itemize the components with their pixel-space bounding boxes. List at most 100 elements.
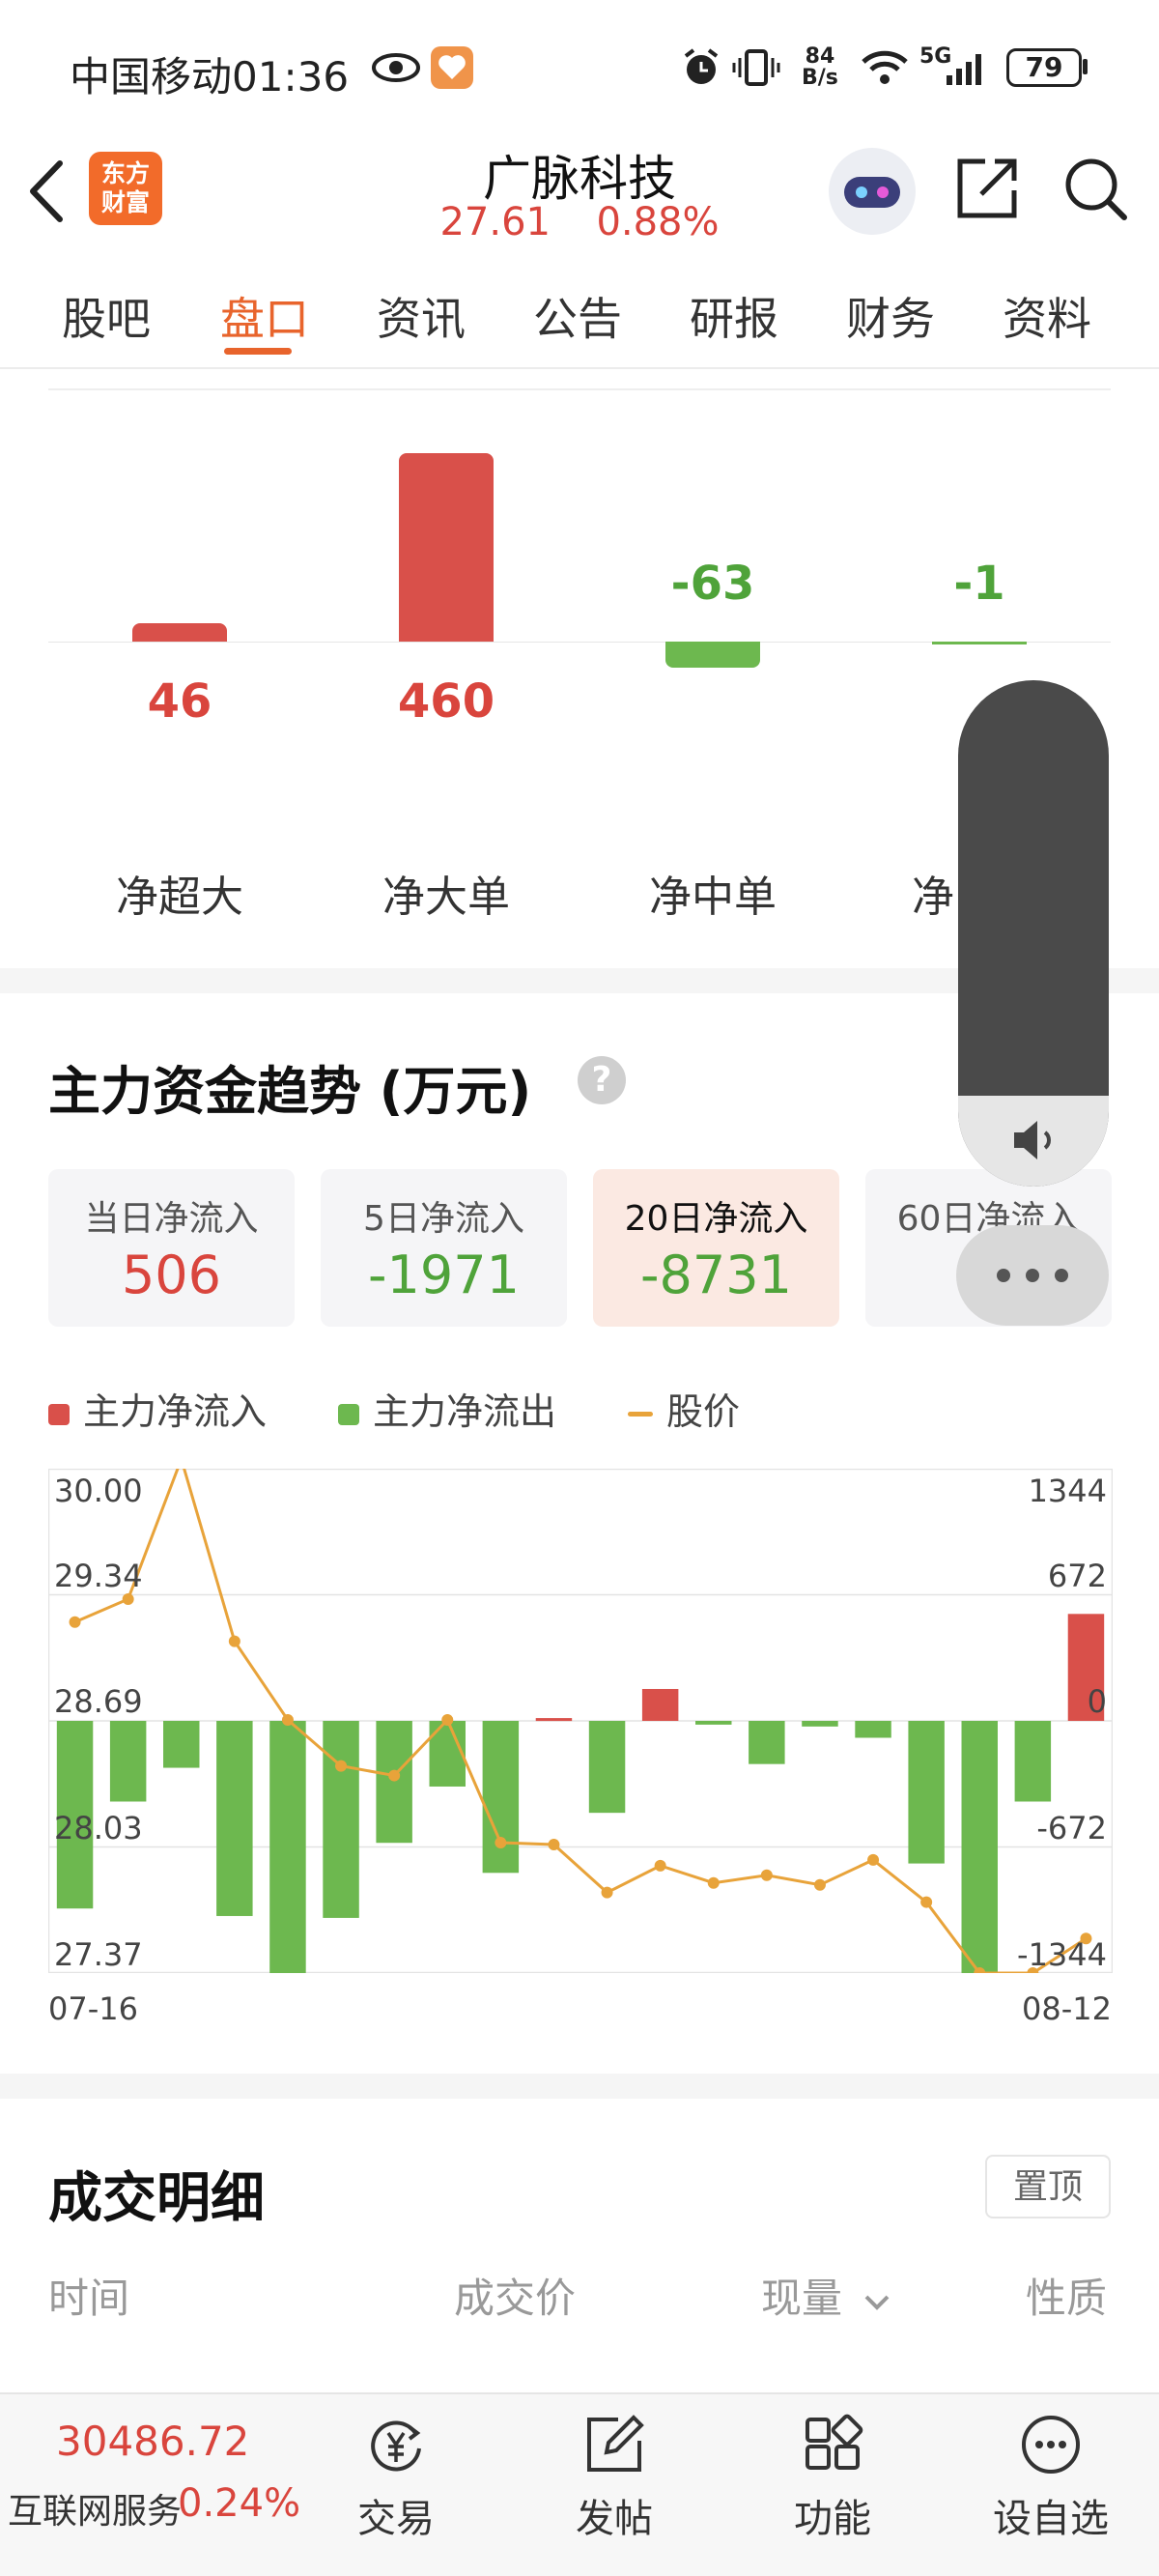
card-today-net-inflow[interactable]: 当日净流入 506 xyxy=(48,1169,295,1327)
wifi-icon xyxy=(862,50,908,84)
status-bar: 中国移动01:36 84 B/s 5G 79 xyxy=(0,0,1159,140)
legend-price: 股价 xyxy=(628,1382,740,1435)
sector-index-pct[interactable]: 0.24% xyxy=(178,2481,300,2526)
tab-research[interactable]: 研报 xyxy=(690,284,778,348)
flow-bar xyxy=(535,1718,573,1722)
right-tick-4: -1344 xyxy=(1017,1936,1107,1973)
help-icon[interactable]: ? xyxy=(578,1056,626,1104)
legend-outflow: 主力净流出 xyxy=(338,1382,556,1435)
tab-announcements[interactable]: 公告 xyxy=(533,284,622,348)
sector-index-name[interactable]: 互联网服务 xyxy=(8,2483,182,2533)
battery-icon: 79 xyxy=(1006,48,1082,87)
price-point xyxy=(813,1878,826,1891)
tab-news[interactable]: 资讯 xyxy=(377,284,466,348)
trade-icon[interactable] xyxy=(365,2414,427,2476)
net-flow-bar-super xyxy=(132,622,227,642)
tab-guba[interactable]: 股吧 xyxy=(62,284,151,348)
card-20d-net-inflow[interactable]: 20日净流入 -8731 xyxy=(593,1169,839,1327)
flow-bar xyxy=(216,1721,253,1916)
price-point xyxy=(388,1769,401,1782)
flow-bar xyxy=(961,1721,998,1973)
net-flow-bar-small xyxy=(932,642,1027,644)
price-point xyxy=(601,1886,613,1899)
nav-post-label[interactable]: 发帖 xyxy=(537,2487,692,2543)
tab-finance[interactable]: 财务 xyxy=(846,284,935,348)
signal-icon xyxy=(947,54,981,85)
net-flow-value-small: -1 xyxy=(953,557,1005,611)
price-point xyxy=(495,1837,507,1849)
net-flow-value-medium: -63 xyxy=(670,557,755,611)
floating-more-button[interactable] xyxy=(956,1225,1109,1326)
left-tick-2: 28.69 xyxy=(54,1683,143,1720)
price-point xyxy=(335,1760,348,1772)
volume-slider[interactable] xyxy=(958,680,1109,1187)
tab-bar: 股吧 盘口 资讯 公告 研报 财务 资料 xyxy=(0,259,1159,369)
price-point xyxy=(228,1635,240,1647)
eye-icon xyxy=(372,53,420,82)
flow-bar xyxy=(802,1721,838,1727)
section-gap xyxy=(0,2074,1159,2099)
stock-header: 东方 财富 广脉科技 27.61 0.88% xyxy=(0,140,1159,256)
flow-bar xyxy=(482,1721,520,1874)
flow-bar xyxy=(588,1721,626,1814)
left-tick-0: 30.00 xyxy=(54,1473,143,1509)
price-point xyxy=(441,1714,454,1727)
tab-profile[interactable]: 资料 xyxy=(1003,284,1091,348)
right-tick-1: 672 xyxy=(1047,1558,1107,1594)
pin-top-button[interactable]: 置顶 xyxy=(985,2155,1111,2218)
column-volume[interactable]: 现量 xyxy=(761,2266,893,2325)
right-tick-3: -672 xyxy=(1036,1810,1107,1846)
chart-bars xyxy=(56,1614,1105,1973)
price-point xyxy=(654,1859,666,1872)
share-icon[interactable] xyxy=(952,154,1022,223)
trend-title: 主力资金趋势 (万元) xyxy=(48,1061,532,1122)
trade-detail-title: 成交明细 xyxy=(48,2167,265,2230)
assistant-robot-icon[interactable] xyxy=(829,148,916,235)
sector-index-value[interactable]: 30486.72 xyxy=(56,2418,249,2465)
price-point xyxy=(760,1869,773,1881)
nav-add-watchlist-label[interactable]: 设自选 xyxy=(974,2487,1128,2543)
left-tick-1: 29.34 xyxy=(54,1558,143,1594)
functions-grid-icon[interactable] xyxy=(802,2414,863,2476)
right-tick-2: 0 xyxy=(1087,1683,1107,1720)
legend-outflow-swatch xyxy=(338,1403,359,1425)
ellipsis-icon xyxy=(997,1269,1068,1282)
bottom-bar: 30486.72 互联网服务 0.24% 交易 发帖 功能 设自选 xyxy=(0,2392,1159,2576)
flow-bar xyxy=(855,1721,891,1738)
tab-pankou[interactable]: 盘口 xyxy=(220,284,309,348)
card-5d-net-inflow[interactable]: 5日净流入 -1971 xyxy=(321,1169,567,1327)
price-point xyxy=(867,1853,880,1866)
nav-trade-label[interactable]: 交易 xyxy=(319,2487,473,2543)
section-divider-line xyxy=(48,388,1111,390)
alarm-icon xyxy=(684,48,719,84)
nav-functions-label[interactable]: 功能 xyxy=(755,2487,910,2543)
x-start-date: 07-16 xyxy=(48,1990,138,2027)
price-point xyxy=(69,1616,81,1628)
net-flow-bar-medium xyxy=(665,642,760,668)
category-label-large: 净大单 xyxy=(382,873,510,922)
search-icon[interactable] xyxy=(1060,154,1130,223)
legend-price-line xyxy=(628,1412,653,1417)
more-circle-icon[interactable] xyxy=(1020,2414,1082,2476)
flow-bar xyxy=(695,1721,732,1725)
left-tick-4: 27.37 xyxy=(54,1936,143,1973)
price-point xyxy=(281,1714,294,1727)
flow-bar xyxy=(109,1721,147,1802)
carrier-time: 中国移动01:36 xyxy=(70,53,350,100)
network-speed: 84 B/s xyxy=(802,44,838,90)
battery-tip xyxy=(1083,59,1088,74)
net-flow-bar-large xyxy=(399,453,494,642)
app-notification-icon xyxy=(431,46,473,89)
compose-post-icon[interactable] xyxy=(583,2414,645,2476)
flow-bar xyxy=(641,1688,679,1721)
column-price: 成交价 xyxy=(454,2275,577,2322)
legend-inflow-swatch xyxy=(48,1403,70,1425)
price-point xyxy=(920,1896,933,1908)
flow-bar xyxy=(163,1721,200,1768)
price-point xyxy=(122,1592,134,1605)
flow-bar xyxy=(323,1721,359,1918)
legend-inflow: 主力净流入 xyxy=(48,1382,267,1435)
vibrate-icon xyxy=(732,49,780,86)
fund-trend-chart xyxy=(48,1469,1113,1973)
stock-price: 27.61 xyxy=(439,200,551,244)
